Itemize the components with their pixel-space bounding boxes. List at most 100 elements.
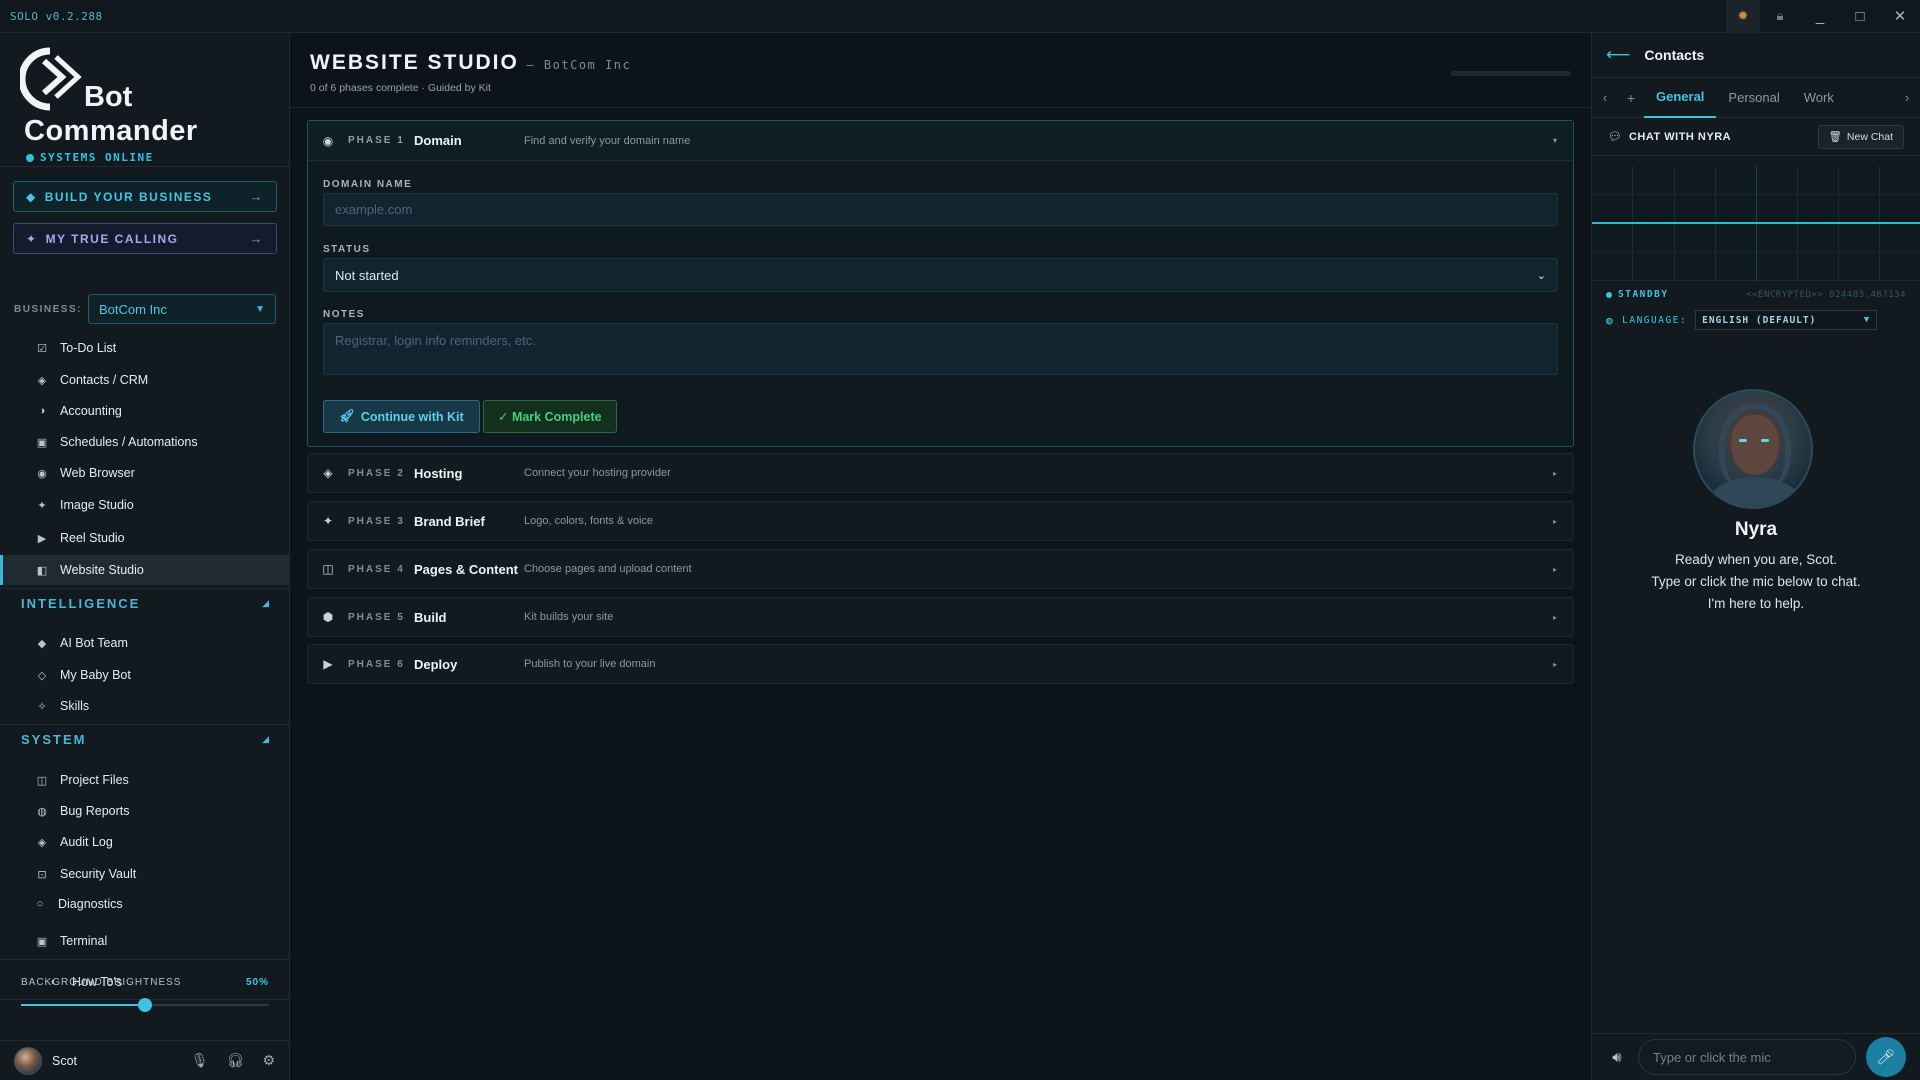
close-button[interactable]: ✕ (1880, 0, 1920, 33)
brand-logo: Bot Commander SYSTEMS ONLINE (20, 47, 260, 165)
sidebar-item-image-studio[interactable]: ✦ Image Studio (0, 490, 289, 520)
phase-6-card[interactable]: ▶ PHASE 6 Deploy Publish to your live do… (307, 644, 1574, 684)
diamond-outline-icon: ◇ (37, 669, 47, 682)
voice-waveform (1592, 166, 1920, 281)
chevron-right-icon: ▸ (1552, 659, 1557, 669)
caret-down-icon: ▼ (255, 303, 265, 315)
language-label: LANGUAGE: (1622, 314, 1688, 326)
standby-status: STANDBY <<ENCRYPTED>> 024483.487134 (1606, 289, 1906, 300)
new-chat-label: New Chat (1846, 130, 1893, 143)
continue-with-kit-button[interactable]: 🚀︎ Continue with Kit (323, 400, 480, 433)
status-select[interactable]: Not started ⌄ (323, 258, 1558, 292)
main-content: WEBSITE STUDIO — BotCom Inc 0 of 6 phase… (290, 33, 1590, 1080)
phase-2-card[interactable]: ◈ PHASE 2 Hosting Connect your hosting p… (307, 453, 1574, 493)
tab-general[interactable]: General (1644, 78, 1717, 118)
mark-complete-label: ✓ Mark Complete (498, 410, 602, 424)
sidebar-item-label: Security Vault (60, 867, 137, 881)
greeting-line: I'm here to help. (1707, 596, 1805, 611)
language-select[interactable]: ENGLISH (DEFAULT) ▼ (1695, 310, 1878, 330)
sun-icon[interactable]: ✹ (1726, 0, 1760, 33)
sidebar-item-diagnostics[interactable]: ○ Diagnostics (0, 889, 289, 919)
assistant-name: Nyra (1734, 519, 1778, 540)
mark-complete-button[interactable]: ✓ Mark Complete (483, 400, 617, 433)
sidebar-item-audit-log[interactable]: ◈ Audit Log (0, 827, 289, 857)
sidebar-item-terminal[interactable]: ▣ Terminal (0, 926, 289, 956)
phase-number: PHASE 2 (348, 467, 405, 479)
gear-icon[interactable]: ⚙ (262, 1052, 275, 1069)
phase-description: Logo, colors, fonts & voice (524, 515, 654, 527)
status-label: STATUS (323, 244, 371, 255)
headphones-icon[interactable]: 🎧︎ (227, 1052, 245, 1069)
brand-line2: Commander (24, 115, 198, 147)
phase-1-card: ◉ PHASE 1 Domain Find and verify your do… (307, 120, 1574, 447)
plus-icon[interactable]: + (1618, 90, 1644, 106)
build-business-button[interactable]: ◆ BUILD YOUR BUSINESS → (13, 181, 277, 212)
brightness-control: BACKGROUND BRIGHTNESS 50% (21, 977, 269, 1012)
brightness-slider[interactable] (21, 998, 269, 1012)
microphone-button[interactable]: 🎤︎ (1866, 1037, 1906, 1077)
phase-1-header[interactable]: ◉ PHASE 1 Domain Find and verify your do… (308, 121, 1573, 161)
true-calling-button[interactable]: ✦ MY TRUE CALLING → (13, 223, 277, 254)
divider (0, 588, 290, 589)
sidebar-item-accounting[interactable]: ◑ Accounting (0, 396, 289, 426)
play-icon: ▶ (37, 532, 47, 545)
sidebar-item-label: Contacts / CRM (60, 373, 149, 387)
chat-title: CHAT WITH NYRA (1628, 130, 1732, 143)
sidebar-item-label: My Baby Bot (60, 668, 131, 682)
microphone-icon[interactable]: 🎙︎ (191, 1052, 209, 1069)
section-intelligence[interactable]: INTELLIGENCE ◢ (21, 596, 271, 611)
brand-line1: Bot (84, 81, 133, 113)
assistant-avatar (1693, 389, 1813, 509)
chat-input[interactable]: Type or click the mic (1638, 1039, 1856, 1075)
chevron-right-icon[interactable]: › (1894, 90, 1920, 105)
phase-3-card[interactable]: ✦ PHASE 3 Brand Brief Logo, colors, font… (307, 501, 1574, 541)
hexagon-icon: ⬢ (322, 610, 334, 624)
new-chat-button[interactable]: 🗑︎ New Chat (1817, 124, 1904, 149)
systems-status: SYSTEMS ONLINE (26, 151, 154, 164)
brightness-slider-fill (21, 1004, 145, 1006)
tab-personal[interactable]: Personal (1716, 78, 1791, 118)
back-arrow-icon[interactable]: ⟵ (1606, 45, 1630, 65)
phase-name: Build (414, 609, 447, 625)
maximize-button[interactable]: □ (1840, 0, 1880, 33)
chevron-right-icon: ▸ (1552, 612, 1557, 622)
sidebar-item-label: Skills (60, 699, 90, 713)
phase-4-card[interactable]: ◫ PHASE 4 Pages & Content Choose pages a… (307, 549, 1574, 589)
sidebar-item-bug-reports[interactable]: ◍ Bug Reports (0, 796, 289, 826)
sidebar-item-security-vault[interactable]: ⊡ Security Vault (0, 859, 289, 889)
trash-icon: 🗑︎ (1828, 131, 1842, 143)
sidebar-item-my-baby-bot[interactable]: ◇ My Baby Bot (0, 660, 289, 690)
diamond-icon: ◈ (37, 836, 47, 849)
sidebar-item-skills[interactable]: ✧ Skills (0, 691, 289, 721)
sidebar-item-web-browser[interactable]: ◉ Web Browser (0, 458, 289, 488)
speaker-icon[interactable]: 🔊︎ (1606, 1049, 1628, 1066)
title-bar: SOLO v0.2.288 ✹ 🔒︎ _ □ ✕ (0, 0, 1920, 33)
phase-number: PHASE 1 (348, 135, 405, 146)
sidebar-item-todo[interactable]: ☑ To-Do List (0, 333, 289, 363)
sidebar-item-ai-bot-team[interactable]: ◆ AI Bot Team (0, 628, 289, 658)
business-value: BotCom Inc (98, 301, 167, 317)
sidebar-item-project-files[interactable]: ◫ Project Files (0, 765, 289, 795)
minimize-button[interactable]: _ (1800, 0, 1840, 33)
section-system[interactable]: SYSTEM ◢ (21, 732, 271, 747)
sidebar-item-website-studio[interactable]: ◧ Website Studio (0, 555, 289, 585)
lock-icon[interactable]: 🔒︎ (1760, 0, 1800, 33)
business-select[interactable]: BotCom Inc ▼ (87, 294, 276, 324)
brightness-slider-handle[interactable] (138, 998, 152, 1012)
panel-title: Contacts (1644, 47, 1705, 63)
sidebar-item-label: Image Studio (60, 498, 134, 512)
notes-textarea[interactable]: Registrar, login info reminders, etc. (323, 323, 1558, 375)
sidebar-item-contacts[interactable]: ◈ Contacts / CRM (0, 365, 289, 395)
domain-name-input[interactable]: example.com (323, 193, 1558, 226)
phase-5-card[interactable]: ⬢ PHASE 5 Build Kit builds your site ▸ (307, 597, 1574, 637)
avatar[interactable] (14, 1046, 42, 1075)
phase-name: Deploy (414, 656, 458, 672)
divider (290, 107, 1590, 108)
language-value: ENGLISH (DEFAULT) (1702, 314, 1817, 326)
phase-number: PHASE 6 (348, 658, 405, 670)
sidebar-item-schedules[interactable]: ▣ Schedules / Automations (0, 427, 289, 457)
chevron-left-icon[interactable]: ‹ (1592, 90, 1618, 105)
tab-work[interactable]: Work (1792, 78, 1846, 118)
phase-number: PHASE 3 (348, 515, 405, 527)
sidebar-item-reel-studio[interactable]: ▶ Reel Studio (0, 523, 289, 553)
